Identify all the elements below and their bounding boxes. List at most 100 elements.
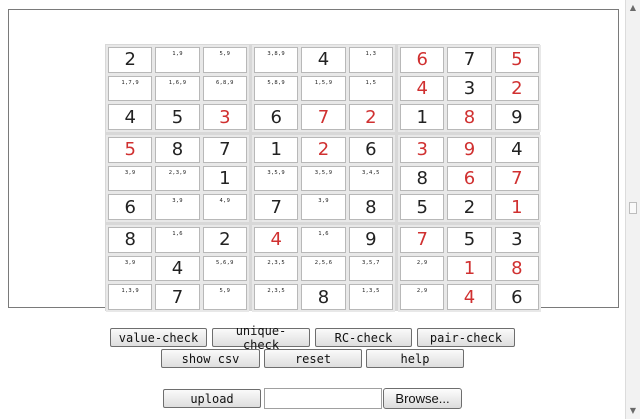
candidate-cell[interactable]: 5,9 — [202, 47, 247, 73]
candidate-cell[interactable]: 2,5,6 — [301, 255, 346, 282]
value-cell[interactable]: 1 — [447, 255, 492, 282]
value-cell[interactable]: 2 — [447, 194, 492, 220]
value-cell[interactable]: 6 — [494, 284, 539, 310]
sudoku-box: 394 867 521 — [398, 135, 541, 222]
help-button[interactable]: help — [366, 349, 464, 368]
value-cell[interactable]: 2 — [301, 137, 346, 163]
candidate-cell[interactable]: 5,9 — [202, 284, 247, 310]
candidate-cell[interactable]: 3,5,9 — [254, 165, 299, 192]
candidate-cell[interactable]: 2,3,5 — [254, 284, 299, 310]
value-cell[interactable]: 4 — [254, 227, 299, 253]
candidate-cell[interactable]: 3,4,5 — [348, 165, 393, 192]
sudoku-box: 2 1,9 5,9 1,7,9 1,6,9 6,8,9 4 5 3 — [106, 45, 249, 132]
show-csv-button[interactable]: show csv — [161, 349, 260, 368]
value-cell[interactable]: 6 — [447, 165, 492, 192]
arrow-down-icon[interactable]: ▼ — [628, 406, 638, 416]
value-cell[interactable]: 4 — [400, 75, 445, 102]
value-cell[interactable]: 7 — [301, 104, 346, 130]
candidate-cell[interactable]: 3,9 — [108, 165, 153, 192]
value-cell[interactable]: 7 — [254, 194, 299, 220]
value-cell[interactable]: 8 — [494, 255, 539, 282]
candidate-cell[interactable]: 3,9 — [108, 255, 153, 282]
value-cell[interactable]: 2 — [348, 104, 393, 130]
candidate-cell[interactable]: 1,6 — [301, 227, 346, 253]
value-cell[interactable]: 3 — [494, 227, 539, 253]
value-cell[interactable]: 1 — [494, 194, 539, 220]
value-cell[interactable]: 7 — [447, 47, 492, 73]
candidate-cell[interactable]: 2,3,5 — [254, 255, 299, 282]
candidate-cell[interactable]: 1,3 — [348, 47, 393, 73]
value-cell[interactable]: 2 — [494, 75, 539, 102]
upload-button[interactable]: upload — [163, 389, 261, 408]
unique-check-button[interactable]: unique-check — [212, 324, 310, 352]
rc-check-button[interactable]: RC-check — [315, 328, 412, 347]
value-cell[interactable]: 5 — [494, 47, 539, 73]
value-cell[interactable]: 7 — [202, 137, 247, 163]
file-path-input[interactable] — [264, 388, 382, 409]
candidate-cell[interactable]: 1,6,9 — [155, 75, 200, 102]
value-cell[interactable]: 6 — [400, 47, 445, 73]
value-cell[interactable]: 6 — [108, 194, 153, 220]
candidate-cell[interactable]: 1,3,9 — [108, 284, 153, 310]
candidate-cell[interactable]: 1,6 — [155, 227, 200, 253]
value-cell[interactable]: 6 — [348, 137, 393, 163]
value-cell[interactable]: 1 — [202, 165, 247, 192]
candidate-cell[interactable]: 2,3,9 — [155, 165, 200, 192]
arrow-up-icon[interactable]: ▲ — [628, 3, 638, 13]
candidate-cell[interactable]: 3,5,7 — [348, 255, 393, 282]
candidate-cell[interactable]: 1,5 — [348, 75, 393, 102]
value-cell[interactable]: 5 — [400, 194, 445, 220]
candidate-cell[interactable]: 3,9 — [301, 194, 346, 220]
value-check-button[interactable]: value-check — [110, 328, 207, 347]
sudoku-box: 1 2 6 3,5,9 3,5,9 3,4,5 7 3,9 8 — [252, 135, 395, 222]
candidate-cell[interactable]: 3,5,9 — [301, 165, 346, 192]
candidate-cell[interactable]: 1,9 — [155, 47, 200, 73]
value-cell[interactable]: 4 — [447, 284, 492, 310]
vertical-scrollbar[interactable]: ▲ ▼ — [625, 0, 640, 419]
value-cell[interactable]: 4 — [494, 137, 539, 163]
value-cell[interactable]: 8 — [108, 227, 153, 253]
candidate-cell[interactable]: 1,3,5 — [348, 284, 393, 310]
scrollbar-thumb[interactable] — [629, 202, 637, 214]
value-cell[interactable]: 8 — [447, 104, 492, 130]
value-cell[interactable]: 5 — [108, 137, 153, 163]
value-cell[interactable]: 7 — [400, 227, 445, 253]
value-cell[interactable]: 9 — [348, 227, 393, 253]
value-cell[interactable]: 8 — [348, 194, 393, 220]
candidate-cell[interactable]: 1,7,9 — [108, 75, 153, 102]
value-cell[interactable]: 8 — [301, 284, 346, 310]
candidate-cell[interactable]: 6,8,9 — [202, 75, 247, 102]
value-cell[interactable]: 2 — [202, 227, 247, 253]
reset-button[interactable]: reset — [264, 349, 362, 368]
sudoku-board: 2 1,9 5,9 1,7,9 1,6,9 6,8,9 4 5 3 3,8,9 4 1,3 5,8,9 1… — [105, 44, 541, 312]
value-cell[interactable]: 3 — [202, 104, 247, 130]
value-cell[interactable]: 9 — [494, 104, 539, 130]
browse-button[interactable]: Browse... — [383, 388, 462, 409]
candidate-cell[interactable]: 3,9 — [155, 194, 200, 220]
sudoku-box: 675 432 189 — [398, 45, 541, 132]
value-cell[interactable]: 8 — [400, 165, 445, 192]
candidate-cell[interactable]: 2,9 — [400, 284, 445, 310]
candidate-cell[interactable]: 1,5,9 — [301, 75, 346, 102]
candidate-cell[interactable]: 2,9 — [400, 255, 445, 282]
candidate-cell[interactable]: 4,9 — [202, 194, 247, 220]
candidate-cell[interactable]: 5,6,9 — [202, 255, 247, 282]
value-cell[interactable]: 4 — [108, 104, 153, 130]
value-cell[interactable]: 5 — [447, 227, 492, 253]
value-cell[interactable]: 4 — [301, 47, 346, 73]
value-cell[interactable]: 5 — [155, 104, 200, 130]
pair-check-button[interactable]: pair-check — [417, 328, 515, 347]
value-cell[interactable]: 2 — [108, 47, 153, 73]
value-cell[interactable]: 1 — [400, 104, 445, 130]
value-cell[interactable]: 7 — [494, 165, 539, 192]
candidate-cell[interactable]: 5,8,9 — [254, 75, 299, 102]
value-cell[interactable]: 1 — [254, 137, 299, 163]
value-cell[interactable]: 3 — [400, 137, 445, 163]
candidate-cell[interactable]: 3,8,9 — [254, 47, 299, 73]
value-cell[interactable]: 9 — [447, 137, 492, 163]
value-cell[interactable]: 4 — [155, 255, 200, 282]
value-cell[interactable]: 7 — [155, 284, 200, 310]
value-cell[interactable]: 3 — [447, 75, 492, 102]
value-cell[interactable]: 6 — [254, 104, 299, 130]
value-cell[interactable]: 8 — [155, 137, 200, 163]
